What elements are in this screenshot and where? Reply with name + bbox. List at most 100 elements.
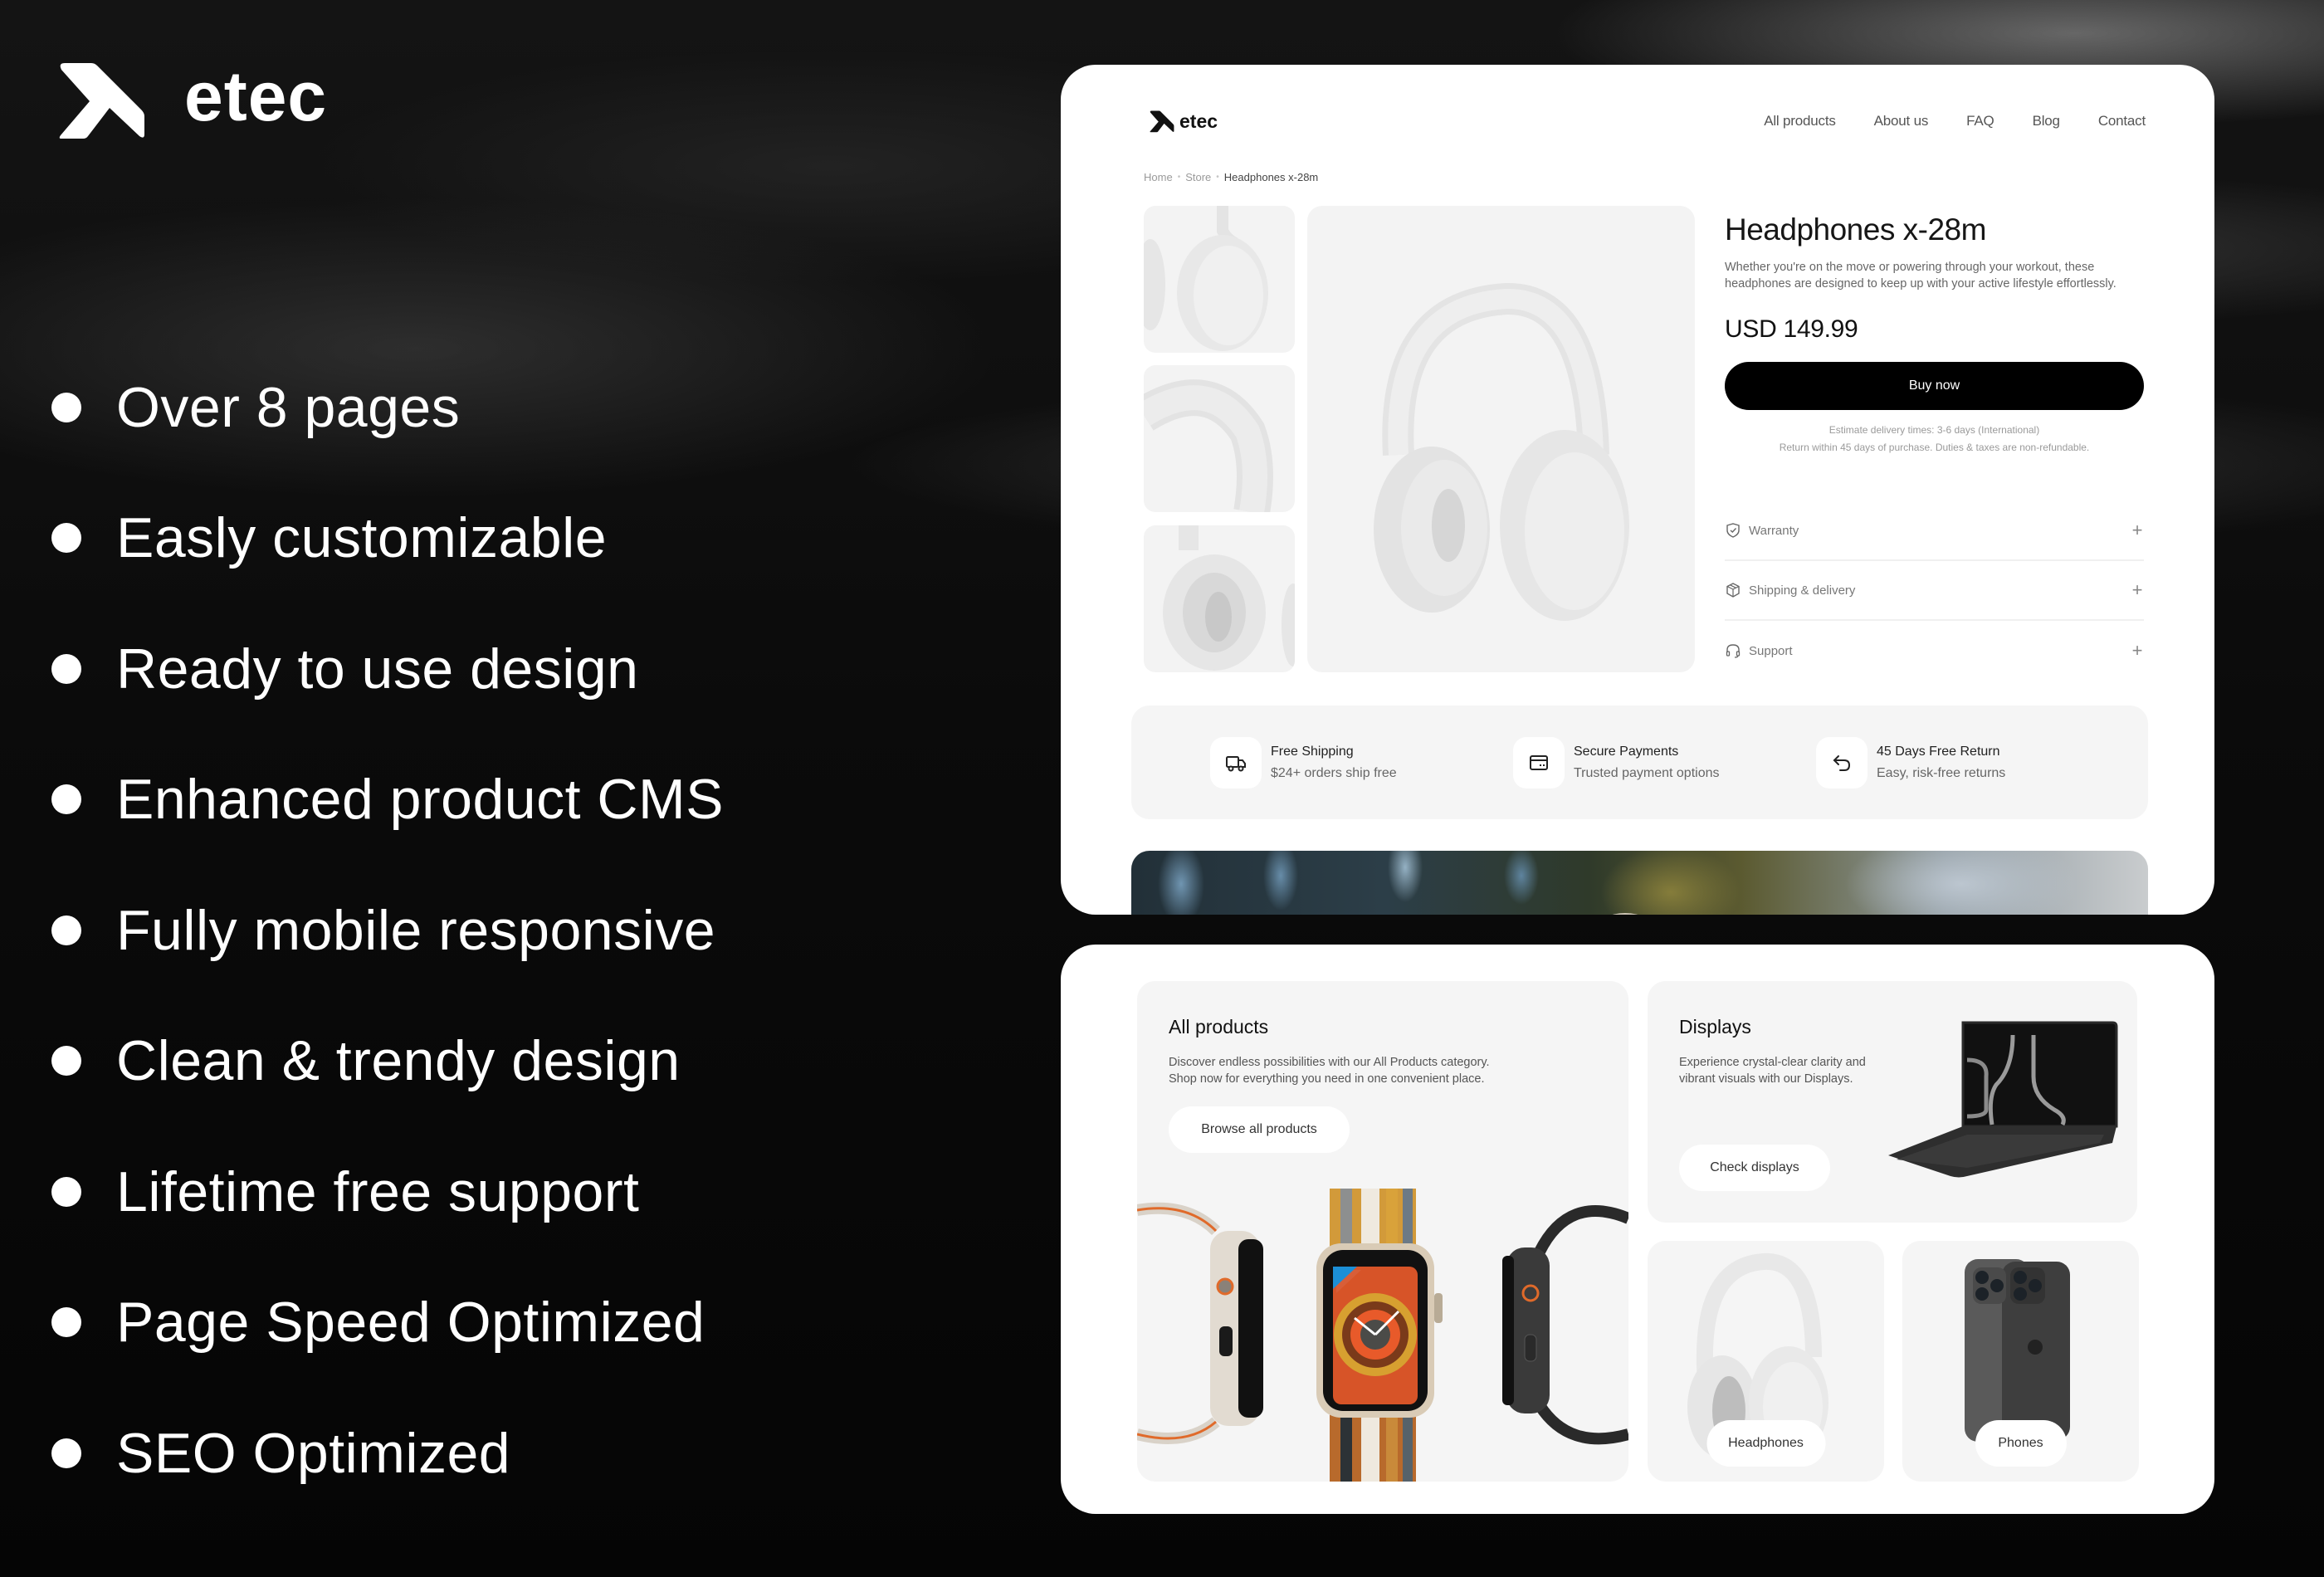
category-phones: Phones <box>1902 1241 2139 1482</box>
plus-icon: + <box>2131 579 2143 600</box>
description-line: Experience crystal-clear clarity and <box>1679 1056 1866 1069</box>
nav-about-us[interactable]: About us <box>1874 113 1929 129</box>
feature-item: Easly customizable <box>51 473 724 604</box>
feature-text: Fully mobile responsive <box>116 898 716 962</box>
feature-text: Enhanced product CMS <box>116 768 724 832</box>
headphones-earcup-image <box>1144 206 1268 351</box>
lifestyle-banner-image <box>1131 851 2148 915</box>
feature-text: SEO Optimized <box>116 1421 511 1485</box>
perk-title: Secure Payments <box>1574 744 1679 759</box>
perk-title: Free Shipping <box>1271 744 1354 759</box>
accordion-label: Shipping & delivery <box>1749 583 1856 598</box>
product-thumbnail[interactable] <box>1144 206 1295 353</box>
site-logo-text: etec <box>1179 110 1218 132</box>
breadcrumb-separator-icon: • <box>1177 173 1181 182</box>
perk-secure-payments: Secure Payments Trusted payment options <box>1513 736 1816 788</box>
perk-subtitle: Easy, risk-free returns <box>1877 765 2006 780</box>
nav-faq[interactable]: FAQ <box>1966 113 1994 129</box>
nav-contact[interactable]: Contact <box>2098 113 2146 129</box>
breadcrumb-current: Headphones x-28m <box>1223 171 1319 183</box>
breadcrumb: Home • Store • Headphones x-28m <box>1144 171 1318 183</box>
headphones-image <box>1374 282 1629 621</box>
perk-subtitle: $24+ orders ship free <box>1271 765 1397 780</box>
category-description: Experience crystal-clear clarity and vib… <box>1679 1054 1866 1087</box>
return-policy-note: Return within 45 days of purchase. Dutie… <box>1779 442 2090 453</box>
laptop-image <box>1888 1021 2118 1178</box>
etec-arrow-logo-icon <box>1150 110 1174 133</box>
product-price: USD 149.99 <box>1725 315 1858 343</box>
feature-item: Over 8 pages <box>51 342 724 473</box>
brand-name: etec <box>184 57 328 135</box>
description-line: vibrant visuals with our Displays. <box>1679 1072 1853 1086</box>
feature-item: Page Speed Optimized <box>51 1257 724 1389</box>
category-title: Displays <box>1679 1016 1751 1038</box>
categories-page-preview: All products Discover endless possibilit… <box>1061 945 2214 1514</box>
feature-item: Fully mobile responsive <box>51 865 724 996</box>
feature-text: Ready to use design <box>116 637 639 701</box>
buy-now-button[interactable]: Buy now <box>1725 362 2144 410</box>
brand: etec <box>58 60 327 139</box>
bullet-icon <box>51 1307 81 1338</box>
smartwatches-image <box>1137 1189 1628 1482</box>
feature-text: Easly customizable <box>116 506 608 570</box>
bullet-icon <box>51 915 81 945</box>
accordion-shipping[interactable]: Shipping & delivery + <box>1725 561 2144 621</box>
bullet-icon <box>51 1046 81 1077</box>
breadcrumb-store[interactable]: Store <box>1185 171 1211 183</box>
person-with-headphones-image <box>1596 913 1654 915</box>
product-accordion: Warranty + Shipping & delivery + Support… <box>1725 501 2144 681</box>
category-displays: Displays Experience crystal-clear clarit… <box>1648 981 2137 1223</box>
feature-item: Clean & trendy design <box>51 996 724 1127</box>
perk-icon-box <box>1513 736 1565 788</box>
accordion-label: Warranty <box>1749 523 1799 538</box>
description-line: Shop now for everything you need in one … <box>1169 1072 1485 1086</box>
bullet-icon <box>51 1438 81 1468</box>
headphones-headband-image <box>1144 379 1273 512</box>
perk-free-return: 45 Days Free Return Easy, risk-free retu… <box>1816 736 2119 788</box>
product-thumbnail[interactable] <box>1144 525 1295 672</box>
category-all-products: All products Discover endless possibilit… <box>1137 981 1628 1482</box>
breadcrumb-home[interactable]: Home <box>1144 171 1173 183</box>
plus-icon: + <box>2131 640 2143 661</box>
description-line: Discover endless possibilities with our … <box>1169 1056 1490 1069</box>
feature-text: Lifetime free support <box>116 1160 640 1223</box>
product-title: Headphones x-28m <box>1725 212 1986 247</box>
truck-icon <box>1226 755 1246 771</box>
accordion-label: Support <box>1749 643 1793 658</box>
bullet-icon <box>51 523 81 554</box>
plus-icon: + <box>2131 520 2143 540</box>
product-thumbnail[interactable] <box>1144 365 1295 512</box>
feature-list: Over 8 pages Easly customizable Ready to… <box>51 342 724 1519</box>
phones-category-button[interactable]: Phones <box>1975 1420 2067 1467</box>
perk-free-shipping: Free Shipping $24+ orders ship free <box>1210 736 1513 788</box>
site-header: etec All products About us FAQ Blog Cont… <box>1150 103 2146 139</box>
feature-text: Over 8 pages <box>116 375 461 439</box>
site-logo[interactable]: etec <box>1150 110 1218 133</box>
headphones-category-button[interactable]: Headphones <box>1706 1420 1825 1467</box>
etec-arrow-logo-icon <box>59 63 144 139</box>
credit-card-icon <box>1530 754 1548 770</box>
category-title: All products <box>1169 1016 1269 1038</box>
bullet-icon <box>51 392 81 422</box>
nav-blog[interactable]: Blog <box>2033 113 2060 129</box>
delivery-info: Estimate delivery times: 3-6 days (Inter… <box>1725 422 2144 456</box>
feature-item: Enhanced product CMS <box>51 735 724 866</box>
return-arrow-icon <box>1833 754 1851 771</box>
browse-all-products-button[interactable]: Browse all products <box>1169 1106 1350 1153</box>
feature-item: SEO Optimized <box>51 1388 724 1519</box>
bullet-icon <box>51 653 81 684</box>
feature-text: Page Speed Optimized <box>116 1291 706 1355</box>
perk-icon-box <box>1816 736 1868 788</box>
feature-item: Lifetime free support <box>51 1126 724 1257</box>
shield-check-icon <box>1726 523 1740 538</box>
category-headphones: Headphones <box>1648 1241 1884 1482</box>
breadcrumb-separator-icon: • <box>1216 173 1219 182</box>
accordion-warranty[interactable]: Warranty + <box>1725 501 2144 561</box>
main-nav: All products About us FAQ Blog Contact <box>1764 113 2146 129</box>
nav-all-products[interactable]: All products <box>1764 113 1836 129</box>
perk-subtitle: Trusted payment options <box>1574 765 1720 780</box>
accordion-support[interactable]: Support + <box>1725 621 2144 681</box>
feature-text: Clean & trendy design <box>116 1029 681 1093</box>
feature-item: Ready to use design <box>51 603 724 735</box>
check-displays-button[interactable]: Check displays <box>1679 1145 1830 1191</box>
